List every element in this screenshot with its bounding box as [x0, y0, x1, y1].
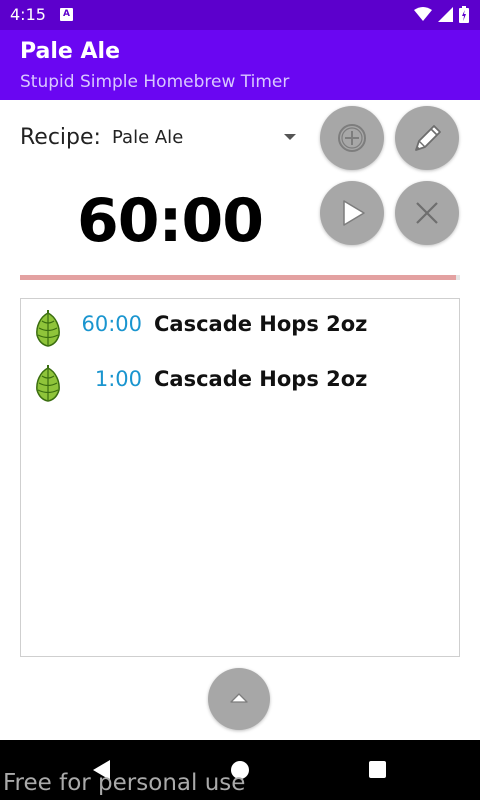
hop-icon: [36, 310, 60, 347]
list-item[interactable]: 1:00 Cascade Hops 2oz: [21, 362, 459, 402]
expand-button[interactable]: [208, 668, 270, 730]
recipe-selected-value: Pale Ale: [112, 127, 184, 148]
progress-fill: [20, 275, 456, 280]
add-icon: [338, 124, 366, 152]
notification-a-icon: A: [60, 8, 73, 21]
expand-up-icon: [230, 693, 248, 703]
status-time: 4:15: [10, 5, 46, 24]
item-name: Cascade Hops 2oz: [154, 367, 368, 391]
item-name: Cascade Hops 2oz: [154, 312, 368, 336]
list-item[interactable]: 60:00 Cascade Hops 2oz: [21, 307, 459, 347]
hop-schedule-list[interactable]: 60:00 Cascade Hops 2oz 1:00 Cascade Hops…: [20, 298, 460, 657]
edit-recipe-button[interactable]: [395, 106, 459, 170]
item-time: 1:00: [94, 367, 142, 391]
add-recipe-button[interactable]: [320, 106, 384, 170]
play-button[interactable]: [320, 181, 384, 245]
status-bar: 4:15 A: [0, 0, 480, 30]
hop-icon: [36, 365, 60, 402]
app-title: Pale Ale: [20, 39, 120, 64]
app-bar: Pale Ale Stupid Simple Homebrew Timer: [0, 30, 480, 100]
recipe-dropdown[interactable]: Pale Ale: [104, 120, 304, 156]
item-time: 60:00: [81, 312, 142, 336]
recents-icon[interactable]: [369, 761, 386, 778]
wifi-icon: [414, 7, 432, 21]
battery-icon: [459, 6, 469, 23]
close-icon: [416, 202, 438, 224]
timer-progress-bar: [20, 275, 460, 280]
recipe-label: Recipe:: [20, 125, 101, 150]
signal-icon: [438, 7, 453, 22]
dropdown-arrow-icon: [284, 134, 296, 140]
play-icon: [343, 200, 365, 226]
app-subtitle: Stupid Simple Homebrew Timer: [20, 72, 290, 92]
watermark: Free for personal use: [3, 770, 246, 796]
reset-button[interactable]: [395, 181, 459, 245]
timer-display: 60:00: [77, 186, 264, 256]
edit-icon: [415, 125, 441, 151]
